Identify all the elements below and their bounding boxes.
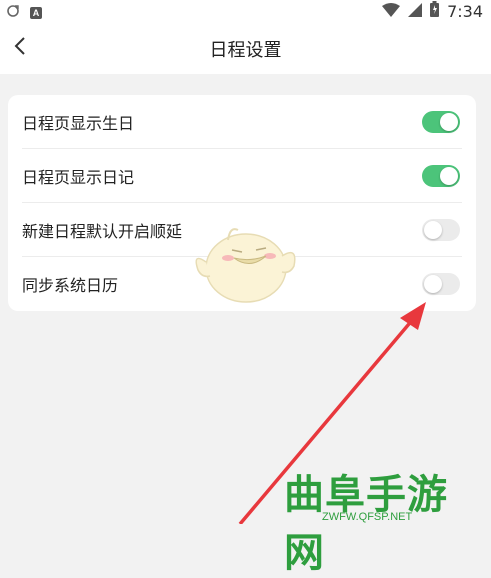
watermark-logo: 曲阜手游网 ZWFW.QFSP.NET [278, 462, 488, 576]
annotation-arrow [238, 302, 426, 524]
watermark-url: ZWFW.QFSP.NET [322, 511, 413, 523]
